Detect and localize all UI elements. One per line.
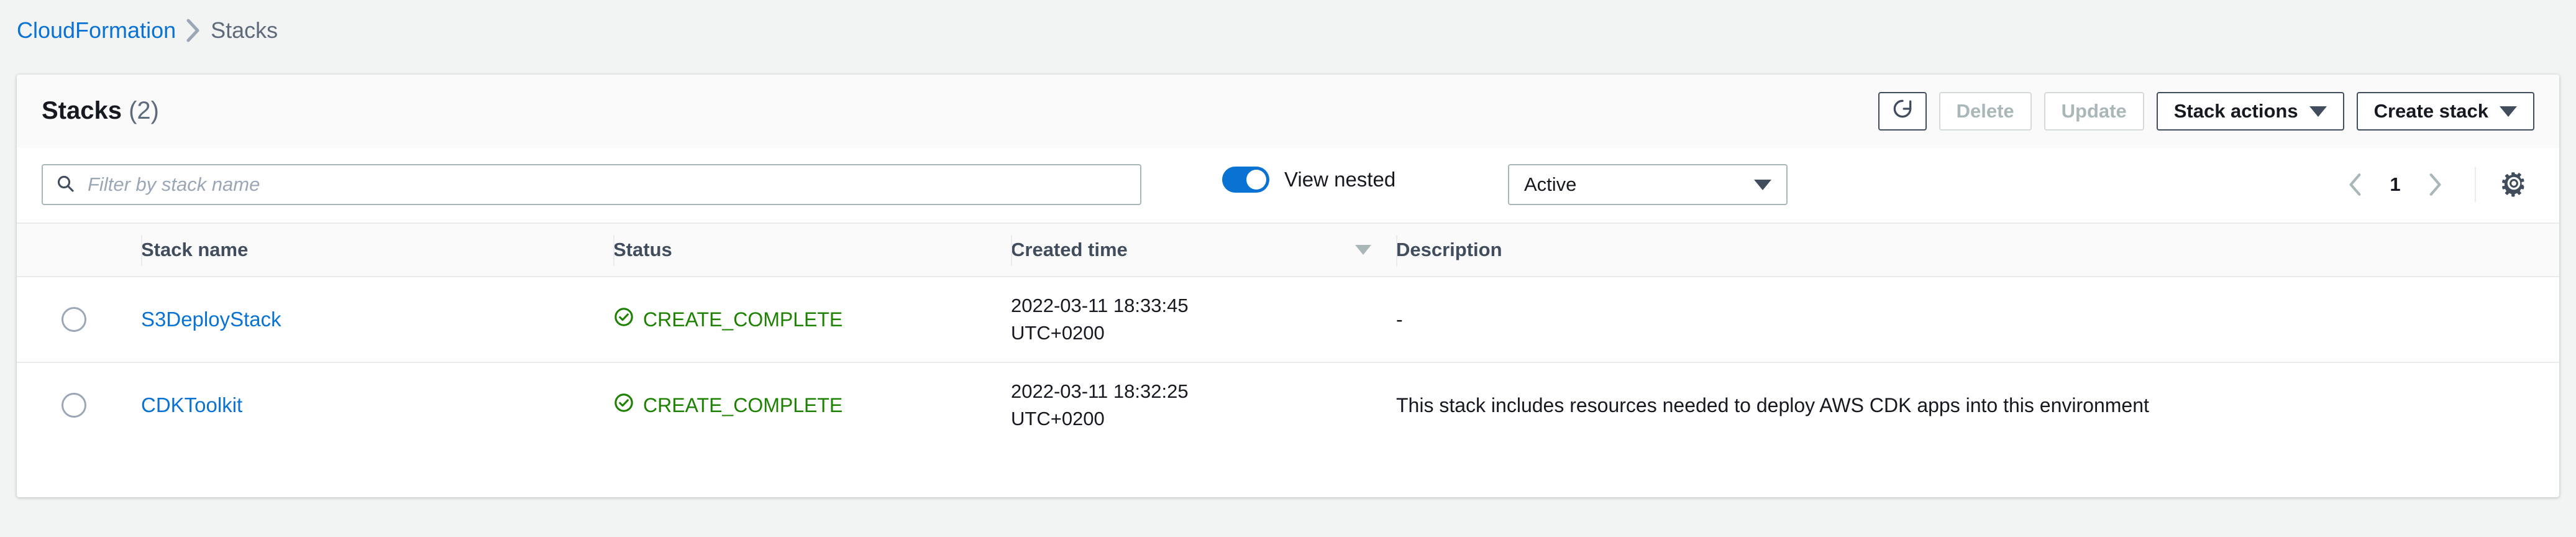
chevron-down-icon: [1754, 179, 1771, 190]
row-status-cell: CREATE_COMPLETE: [613, 277, 1011, 364]
chevron-down-icon: [2309, 106, 2327, 117]
stack-name-link[interactable]: S3DeployStack: [141, 308, 281, 331]
stack-actions-label: Stack actions: [2173, 100, 2298, 122]
table-row[interactable]: S3DeployStack CREATE_COMPLETE 2022-03-11…: [17, 277, 2559, 364]
row-created-time-cell: 2022-03-11 18:32:25 UTC+0200: [1011, 362, 1396, 448]
row-stack-name-cell: CDKToolkit: [141, 362, 613, 448]
row-stack-name-cell: S3DeployStack: [141, 277, 613, 364]
refresh-icon: [1891, 97, 1914, 126]
row-status-cell: CREATE_COMPLETE: [613, 362, 1011, 448]
column-header-status[interactable]: Status: [613, 223, 1011, 277]
column-header-description[interactable]: Description: [1396, 223, 2559, 277]
table-header-row: Stack name Status Created time Descripti…: [17, 223, 2559, 277]
created-date: 2022-03-11 18:32:25: [1011, 380, 1189, 403]
row-description-cell: This stack includes resources needed to …: [1396, 393, 2149, 416]
status-success-icon: [613, 392, 634, 418]
filter-bar: View nested Active 1: [17, 148, 2559, 223]
row-radio-button[interactable]: [62, 307, 86, 333]
update-button[interactable]: Update: [2044, 92, 2144, 131]
status-filter-value: Active: [1524, 173, 1577, 195]
panel-header: Stacks (2) Delete Update Stack actions C…: [17, 75, 2559, 148]
column-divider: [141, 235, 142, 266]
sort-desc-icon: [1355, 245, 1371, 255]
column-divider: [1396, 235, 1397, 266]
column-header-created-time-label: Created time: [1011, 239, 1128, 260]
column-header-status-label: Status: [613, 239, 672, 260]
created-timezone: UTC+0200: [1011, 322, 1105, 344]
page-title: Stacks (2): [42, 97, 159, 125]
settings-button[interactable]: [2493, 164, 2534, 205]
toggle-knob: [1246, 170, 1266, 190]
pagination: 1: [2333, 164, 2534, 205]
row-select-cell: [17, 362, 141, 448]
chevron-right-icon: [176, 19, 211, 42]
row-select-cell: [17, 277, 141, 364]
table-header: Stack name Status Created time Descripti…: [17, 223, 2559, 277]
stack-name-link[interactable]: CDKToolkit: [141, 393, 242, 416]
row-created-time-cell: 2022-03-11 18:33:45 UTC+0200: [1011, 277, 1396, 364]
created-timezone: UTC+0200: [1011, 408, 1105, 430]
status-label: CREATE_COMPLETE: [643, 393, 843, 416]
row-description-cell: -: [1396, 277, 2559, 364]
pagination-prev-button[interactable]: [2333, 164, 2378, 205]
column-divider: [613, 235, 614, 266]
table-body: S3DeployStack CREATE_COMPLETE 2022-03-11…: [17, 277, 2559, 448]
created-date: 2022-03-11 18:33:45: [1011, 295, 1189, 316]
cloudformation-stacks-page: CloudFormation Stacks Stacks (2) Delete …: [0, 0, 2576, 537]
column-header-stack-name[interactable]: Stack name: [141, 223, 613, 277]
delete-button[interactable]: Delete: [1939, 92, 2032, 131]
stack-count: (2): [129, 97, 159, 124]
pagination-divider: [2475, 167, 2476, 202]
column-header-description-label: Description: [1396, 239, 1502, 260]
stacks-table: Stack name Status Created time Descripti…: [17, 223, 2559, 448]
table-row[interactable]: CDKToolkit CREATE_COMPLETE 2022-03-11 18…: [17, 362, 2559, 448]
create-stack-button[interactable]: Create stack: [2356, 92, 2534, 131]
breadcrumb-current-stacks: Stacks: [211, 17, 278, 43]
view-nested-toggle-group: View nested: [1222, 167, 1395, 193]
column-header-select: [17, 223, 141, 277]
gear-icon: [2500, 170, 2528, 200]
pagination-page-1[interactable]: 1: [2378, 173, 2413, 196]
column-header-stack-name-label: Stack name: [141, 239, 249, 260]
pagination-next-button[interactable]: [2413, 164, 2457, 205]
stacks-panel: Stacks (2) Delete Update Stack actions C…: [17, 75, 2559, 497]
search-input[interactable]: [86, 173, 1128, 196]
status-label: CREATE_COMPLETE: [643, 308, 843, 331]
chevron-down-icon: [2500, 106, 2517, 117]
search-icon: [55, 173, 75, 196]
create-stack-label: Create stack: [2373, 100, 2488, 122]
column-divider: [1011, 235, 1012, 266]
view-nested-label: View nested: [1284, 168, 1396, 191]
column-header-created-time[interactable]: Created time: [1011, 223, 1396, 277]
page-title-text: Stacks: [42, 97, 122, 124]
search-box[interactable]: [42, 164, 1141, 205]
row-radio-button[interactable]: [62, 393, 86, 418]
breadcrumb-link-cloudformation[interactable]: CloudFormation: [17, 17, 176, 44]
breadcrumb: CloudFormation Stacks: [17, 17, 278, 44]
status-success-icon: [613, 306, 634, 333]
view-nested-toggle[interactable]: [1222, 167, 1269, 193]
status-filter-select[interactable]: Active: [1508, 164, 1788, 205]
refresh-button[interactable]: [1878, 92, 1927, 131]
stack-actions-button[interactable]: Stack actions: [2156, 92, 2344, 131]
panel-actions: Delete Update Stack actions Create stack: [1878, 92, 2534, 131]
